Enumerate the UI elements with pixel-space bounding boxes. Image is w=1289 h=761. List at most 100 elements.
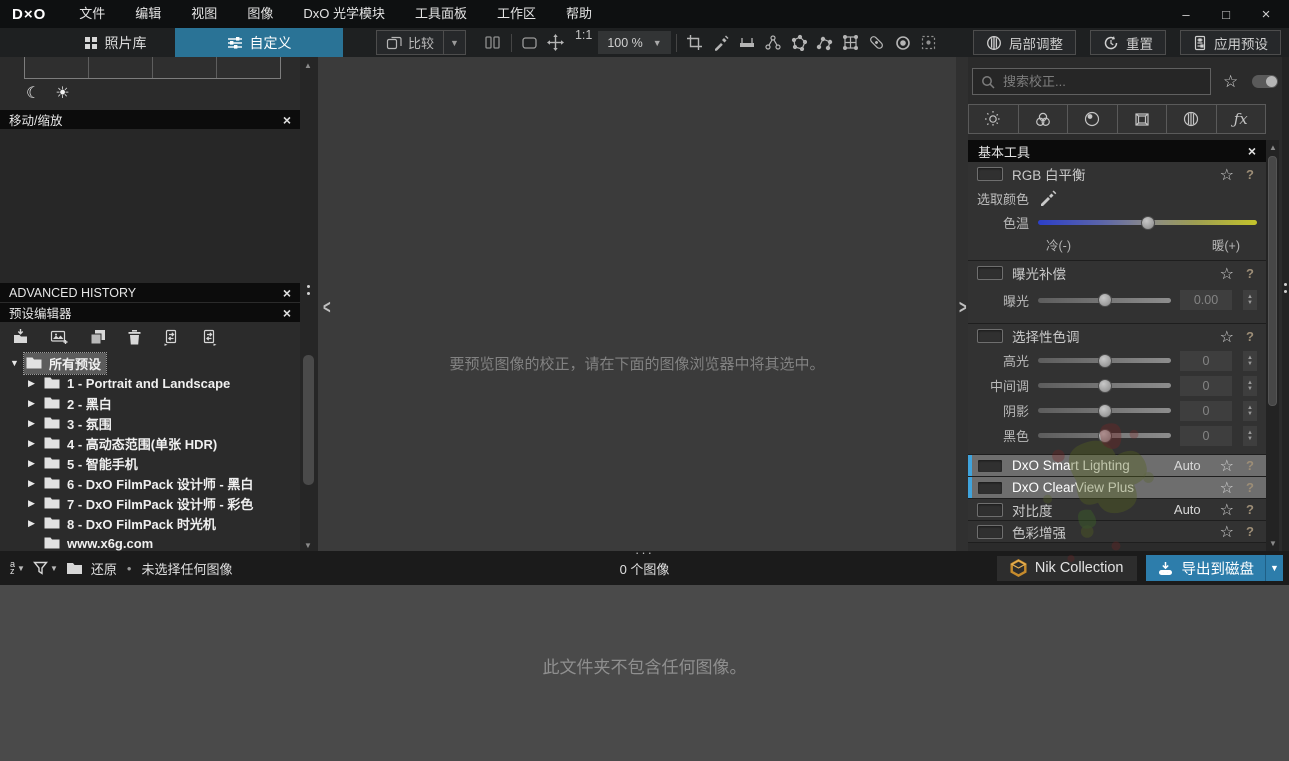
- enable-checkbox[interactable]: [977, 167, 1003, 181]
- enable-checkbox[interactable]: [977, 266, 1003, 280]
- tone-slider[interactable]: [1038, 353, 1171, 368]
- spinner-control[interactable]: ▲ ▼: [1243, 350, 1257, 371]
- collapsed-correction-section[interactable]: 色彩增强 ☆ ?: [968, 521, 1266, 543]
- apply-preset-button[interactable]: 应用预设: [1180, 30, 1281, 55]
- scroll-down-icon[interactable]: ▼: [1269, 539, 1277, 548]
- tree-expand-icon[interactable]: ▼: [10, 358, 24, 368]
- slider-thumb[interactable]: [1097, 428, 1112, 443]
- favorite-star-icon[interactable]: ☆: [1220, 327, 1234, 346]
- tone-slider-value[interactable]: 0: [1180, 375, 1232, 396]
- scrollbar-thumb[interactable]: [303, 355, 314, 485]
- control-points-icon[interactable]: [760, 30, 786, 55]
- right-panel-divider[interactable]: >: [956, 57, 968, 551]
- menu-item[interactable]: 图像: [232, 0, 288, 28]
- tone-slider[interactable]: [1038, 428, 1171, 443]
- close-button[interactable]: ×: [1259, 6, 1273, 23]
- menu-item[interactable]: 工具面板: [400, 0, 482, 28]
- tree-expand-icon[interactable]: ▶: [28, 518, 42, 529]
- preset-tree-item[interactable]: ▶ 2 - 黑白: [0, 393, 284, 413]
- scroll-up-icon[interactable]: ▲: [1269, 143, 1277, 152]
- preset-tree-item[interactable]: ▶ 3 - 氛围: [0, 413, 284, 433]
- collapsed-correction-section[interactable]: 对比度 Auto ☆ ?: [968, 499, 1266, 521]
- spinner-control[interactable]: ▲ ▼: [1243, 290, 1257, 310]
- preset-tree-item[interactable]: ▶ 4 - 高动态范围(单张 HDR): [0, 433, 284, 453]
- scrollbar-thumb[interactable]: [1268, 156, 1277, 406]
- help-icon[interactable]: ?: [1243, 502, 1257, 517]
- scroll-down-icon[interactable]: ▼: [304, 541, 312, 550]
- tree-expand-icon[interactable]: ▶: [28, 438, 42, 449]
- menu-item[interactable]: 编辑: [120, 0, 176, 28]
- compare-dropdown[interactable]: ▼: [443, 31, 465, 54]
- tone-slider-value[interactable]: 0: [1180, 350, 1232, 371]
- collapse-right-panel-icon[interactable]: >: [959, 295, 967, 318]
- category-detail-icon[interactable]: [1068, 104, 1118, 134]
- import-preset-icon[interactable]: [12, 329, 29, 345]
- preset-tree-item[interactable]: ▶ 1 - Portrait and Landscape: [0, 373, 284, 393]
- favorite-star-icon[interactable]: ☆: [1220, 165, 1234, 184]
- favorite-star-icon[interactable]: ☆: [1220, 456, 1234, 475]
- divider-handle[interactable]: [307, 285, 310, 295]
- collapsed-correction-section[interactable]: DxO ClearView Plus ☆ ?: [968, 477, 1266, 499]
- help-icon[interactable]: ?: [1243, 266, 1257, 281]
- tree-expand-icon[interactable]: ▶: [28, 478, 42, 489]
- spinner-control[interactable]: ▲ ▼: [1243, 400, 1257, 421]
- exposure-slider[interactable]: [1038, 293, 1171, 307]
- import-preset-file-icon[interactable]: [201, 329, 218, 346]
- slider-thumb[interactable]: [1097, 378, 1112, 393]
- reset-button[interactable]: 重置: [1090, 30, 1166, 55]
- tone-slider-value[interactable]: 0: [1180, 400, 1232, 421]
- favorite-star-icon[interactable]: ☆: [1220, 500, 1234, 519]
- favorite-star-icon[interactable]: ☆: [1220, 478, 1234, 497]
- category-light-icon[interactable]: [968, 104, 1019, 134]
- restore-filter-label[interactable]: 还原: [91, 559, 117, 578]
- left-panel-scrollbar[interactable]: ▲ ▼: [300, 57, 318, 551]
- enable-checkbox[interactable]: [977, 458, 1003, 473]
- slider-thumb[interactable]: [1097, 353, 1112, 368]
- slider-thumb[interactable]: [1097, 293, 1112, 307]
- tree-expand-icon[interactable]: ▶: [28, 378, 42, 389]
- nik-collection-button[interactable]: Nik Collection: [996, 555, 1137, 581]
- export-preset-file-icon[interactable]: [163, 329, 180, 346]
- enable-checkbox[interactable]: [977, 329, 1003, 343]
- help-icon[interactable]: ?: [1243, 167, 1257, 182]
- category-local-adjust-icon[interactable]: [1167, 104, 1217, 134]
- preset-tree-item[interactable]: ▶ 6 - DxO FilmPack 设计师 - 黑白: [0, 473, 284, 493]
- category-color-icon[interactable]: [1018, 104, 1068, 134]
- enable-checkbox[interactable]: [977, 480, 1003, 495]
- divider-handle[interactable]: [1284, 283, 1287, 293]
- help-icon[interactable]: ?: [1243, 480, 1257, 495]
- local-adjustments-button[interactable]: 局部调整: [973, 30, 1076, 55]
- color-picker-icon[interactable]: [1039, 190, 1057, 206]
- mesh-warp-icon[interactable]: [838, 30, 864, 55]
- slider-thumb[interactable]: [1097, 403, 1112, 418]
- menu-item[interactable]: 工作区: [482, 0, 551, 28]
- control-line-icon[interactable]: [812, 30, 838, 55]
- fit-screen-icon[interactable]: [517, 30, 543, 55]
- sort-control[interactable]: a z ▼: [8, 560, 25, 576]
- tree-expand-icon[interactable]: ▶: [28, 498, 42, 509]
- preset-tree-item[interactable]: www.x6g.com: [0, 533, 284, 553]
- menu-item[interactable]: 帮助: [551, 0, 607, 28]
- move-tool-icon[interactable]: [543, 30, 569, 55]
- exposure-value[interactable]: 0.00: [1180, 290, 1232, 310]
- scroll-up-icon[interactable]: ▲: [304, 61, 312, 70]
- spinner-control[interactable]: ▲ ▼: [1243, 375, 1257, 396]
- preset-tree-item[interactable]: ▶ 8 - DxO FilmPack 时光机: [0, 513, 284, 533]
- zoom-level-select[interactable]: 100 % ▼: [598, 31, 671, 54]
- horizon-tool-icon[interactable]: [734, 30, 760, 55]
- minimize-button[interactable]: –: [1179, 7, 1193, 22]
- active-corrections-toggle[interactable]: [1252, 75, 1278, 88]
- crop-tool-icon[interactable]: [682, 30, 708, 55]
- filter-control[interactable]: ▼: [32, 561, 58, 575]
- tone-slider[interactable]: [1038, 403, 1171, 418]
- menu-item[interactable]: DxO 光学模块: [288, 0, 400, 28]
- highlight-clipping-icon[interactable]: ☀: [55, 83, 69, 102]
- tab-photolibrary[interactable]: 照片库: [55, 28, 175, 57]
- export-to-disk-button[interactable]: 导出到磁盘 ▼: [1145, 555, 1283, 581]
- help-icon[interactable]: ?: [1243, 524, 1257, 539]
- preset-tree-item[interactable]: ▶ 5 - 智能手机: [0, 453, 284, 473]
- favorite-star-icon[interactable]: ☆: [1220, 522, 1234, 541]
- shadow-clipping-icon[interactable]: ☾: [26, 83, 40, 102]
- tone-slider-value[interactable]: 0: [1180, 425, 1232, 446]
- maximize-button[interactable]: □: [1219, 7, 1233, 22]
